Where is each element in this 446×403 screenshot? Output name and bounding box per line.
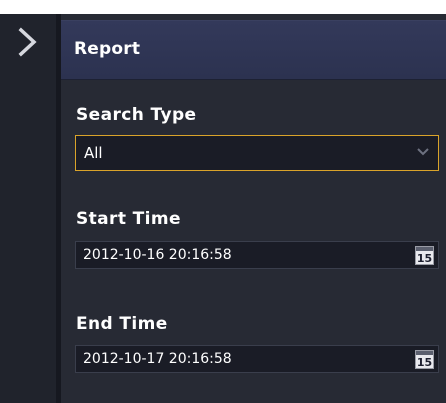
top-strip: [0, 0, 446, 14]
search-type-value: All: [84, 144, 103, 162]
chevron-down-icon: [417, 148, 429, 156]
search-type-select[interactable]: All: [75, 135, 439, 171]
search-type-label: Search Type: [76, 105, 197, 125]
start-time-input[interactable]: 2012-10-16 20:16:58 15: [75, 241, 439, 269]
panel-header: Report: [61, 20, 446, 80]
side-rail: [0, 14, 56, 403]
panel-title: Report: [74, 39, 141, 59]
chevron-right-icon: [18, 27, 37, 57]
calendar-icon[interactable]: 15: [415, 350, 434, 369]
end-time-label: End Time: [76, 314, 168, 334]
end-time-input[interactable]: 2012-10-17 20:16:58 15: [75, 345, 439, 373]
expand-rail-button[interactable]: [0, 18, 56, 66]
calendar-icon[interactable]: 15: [415, 246, 434, 265]
start-time-value: 2012-10-16 20:16:58: [83, 247, 232, 263]
start-time-label: Start Time: [76, 209, 181, 229]
svg-text:15: 15: [417, 252, 432, 265]
report-panel: Report Search Type All Start Time 2012-1…: [61, 14, 446, 403]
end-time-value: 2012-10-17 20:16:58: [83, 351, 232, 367]
svg-text:15: 15: [417, 356, 432, 369]
